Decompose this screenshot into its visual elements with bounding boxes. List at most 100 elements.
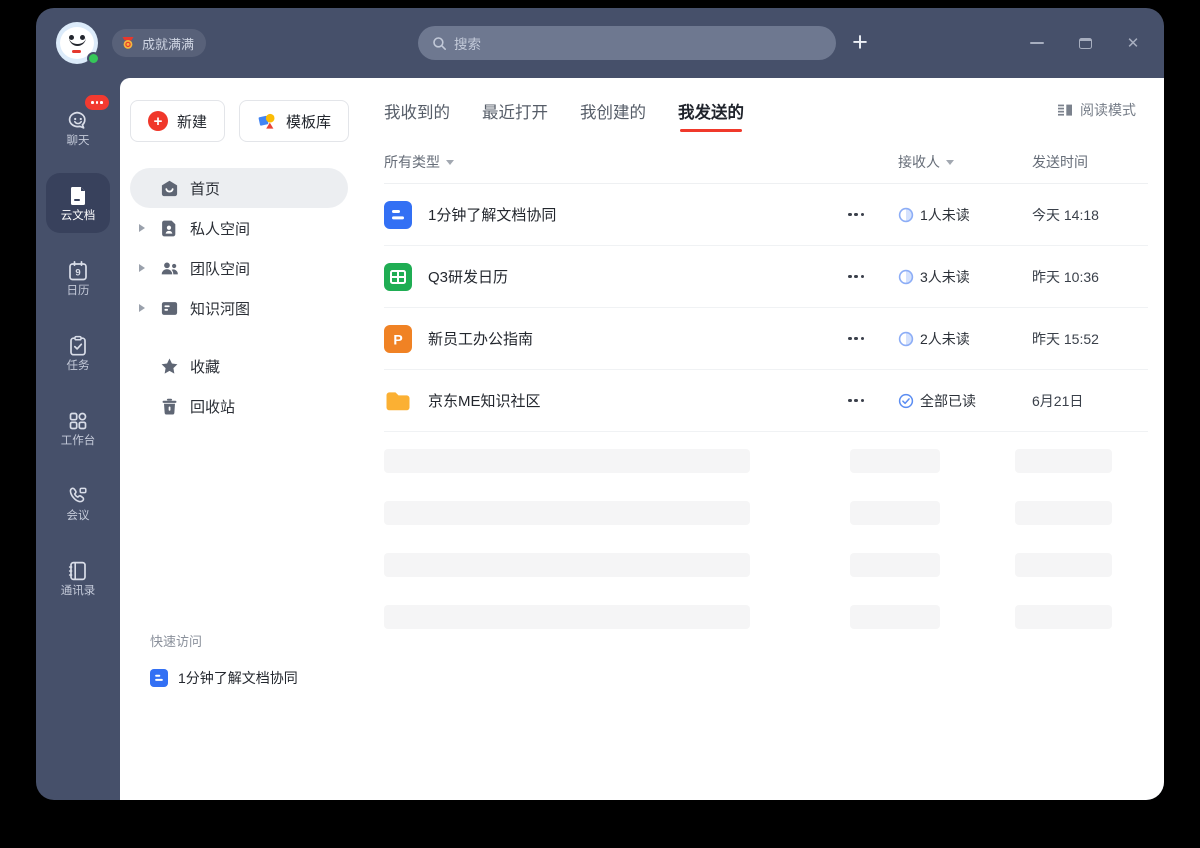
- list-header: 所有类型 接收人 发送时间: [384, 140, 1148, 184]
- unread-dots-badge: [85, 95, 109, 110]
- nav-item-trash[interactable]: 回收站: [130, 386, 348, 426]
- type-filter-label: 所有类型: [384, 153, 440, 170]
- doc-title[interactable]: 1分钟了解文档协同: [428, 204, 556, 225]
- sent-time: 昨天 15:52: [1032, 330, 1099, 347]
- quick-access-section: 快速访问 1分钟了解文档协同: [132, 631, 352, 688]
- rail-item-label: 工作台: [60, 434, 96, 447]
- doc-blue-icon: [150, 669, 168, 687]
- nav-item-label: 团队空间: [190, 260, 251, 278]
- doc-title[interactable]: 新员工办公指南: [428, 328, 533, 349]
- doc-row[interactable]: P 新员工办公指南 2人未读 昨天 15:52: [384, 308, 1148, 370]
- read-status-label: 1人未读: [920, 206, 970, 223]
- rail-item-calendar[interactable]: 9 日历: [46, 248, 110, 308]
- new-doc-button[interactable]: + 新建: [130, 100, 226, 142]
- tab-recent[interactable]: 最近打开: [482, 98, 548, 128]
- template-library-icon: [258, 113, 275, 129]
- home-icon: [161, 180, 178, 196]
- doc-row[interactable]: Q3研发日历 3人未读 昨天 10:36: [384, 246, 1148, 308]
- sent-time: 昨天 10:36: [1032, 268, 1099, 285]
- slides-letter: P: [393, 331, 402, 347]
- doc-tabs: 我收到的 最近打开 我创建的 我发送的: [384, 78, 1148, 140]
- minimize-icon[interactable]: [1028, 34, 1046, 52]
- avatar-mouth: [72, 50, 81, 53]
- workbench-icon: [69, 412, 87, 430]
- expand-caret-icon[interactable]: [139, 224, 145, 232]
- read-mode-label: 阅读模式: [1080, 102, 1136, 118]
- read-status[interactable]: 1人未读: [892, 205, 1032, 225]
- nav-item-home[interactable]: 首页: [130, 168, 348, 208]
- rail-item-label: 通讯录: [60, 584, 96, 597]
- close-icon[interactable]: ✕: [1124, 34, 1142, 52]
- tab-sent[interactable]: 我发送的: [678, 98, 744, 132]
- achievement-badge[interactable]: 成就满满: [112, 29, 207, 57]
- docs-nav: 首页 私人空间 团队空间 知识河图 收藏 回收站: [130, 168, 348, 426]
- plus-icon: +: [148, 111, 168, 131]
- nav-item-knowledge-map[interactable]: 知识河图: [130, 288, 348, 328]
- quick-access-item-label: 1分钟了解文档协同: [178, 670, 298, 686]
- tab-received[interactable]: 我收到的: [384, 98, 450, 128]
- skeleton-loading-rows: [384, 449, 1148, 629]
- new-chat-plus-button[interactable]: +: [842, 22, 878, 62]
- avatar[interactable]: [56, 22, 100, 65]
- medal-icon: [122, 37, 134, 49]
- contacts-icon: [68, 561, 86, 580]
- skeleton-row: [384, 449, 1148, 473]
- read-status[interactable]: 3人未读: [892, 267, 1032, 287]
- quick-access-item[interactable]: 1分钟了解文档协同: [132, 668, 352, 688]
- rail-item-contacts[interactable]: 通讯录: [46, 548, 110, 608]
- type-filter-dropdown[interactable]: 所有类型: [384, 152, 848, 172]
- more-menu-icon[interactable]: [848, 269, 892, 285]
- content-area: + 新建 模板库 首页 私人空间 团队空间 知识河图 收藏 回收站 快速访问 1…: [120, 78, 1164, 800]
- nav-item-label: 知识河图: [190, 300, 251, 318]
- chevron-down-icon: [446, 160, 454, 165]
- calendar-day-number: 9: [75, 267, 80, 278]
- tasks-icon: [70, 335, 86, 356]
- rail-item-tasks[interactable]: 任务: [46, 323, 110, 383]
- expand-caret-icon[interactable]: [139, 264, 145, 272]
- folder-icon: [386, 391, 410, 410]
- nav-item-favorites[interactable]: 收藏: [130, 346, 348, 386]
- slides-orange-icon: P: [384, 324, 412, 353]
- more-menu-icon[interactable]: [848, 331, 892, 347]
- doc-list-main: 我收到的 最近打开 我创建的 我发送的 阅读模式 所有类型 接收人 发送时间 1…: [368, 78, 1164, 800]
- app-rail: 聊天 云文档 9 日历 任务 工作台 会议 通讯录: [36, 78, 120, 800]
- quick-access-title: 快速访问: [150, 634, 203, 649]
- doc-title[interactable]: 京东ME知识社区: [428, 390, 541, 411]
- nav-item-team-space[interactable]: 团队空间: [130, 248, 348, 288]
- title-bar: 成就满满 搜索 + ✕: [36, 8, 1164, 78]
- doc-row[interactable]: 京东ME知识社区 全部已读 6月21日: [384, 370, 1148, 432]
- search-placeholder: 搜索: [454, 37, 481, 52]
- rail-item-cloud-docs[interactable]: 云文档: [46, 173, 110, 233]
- maximize-icon[interactable]: [1076, 34, 1094, 52]
- receiver-filter-dropdown[interactable]: 接收人: [892, 152, 1032, 172]
- sent-time: 今天 14:18: [1032, 206, 1099, 223]
- all-read-check-icon: [898, 393, 914, 408]
- rail-item-chat[interactable]: 聊天: [46, 95, 110, 158]
- read-status[interactable]: 2人未读: [892, 329, 1032, 349]
- doc-title[interactable]: Q3研发日历: [428, 266, 508, 287]
- nav-item-label: 首页: [190, 180, 221, 198]
- rail-item-label: 聊天: [66, 134, 90, 147]
- rail-item-workbench[interactable]: 工作台: [46, 398, 110, 458]
- tab-created[interactable]: 我创建的: [580, 98, 646, 128]
- doc-row[interactable]: 1分钟了解文档协同 1人未读 今天 14:18: [384, 184, 1148, 246]
- nav-item-label: 私人空间: [190, 220, 251, 238]
- cloud-docs-icon: [70, 186, 85, 205]
- trash-icon: [162, 398, 177, 415]
- search-input[interactable]: 搜索: [418, 26, 836, 60]
- nav-item-personal-space[interactable]: 私人空间: [130, 208, 348, 248]
- personal-space-icon: [162, 220, 176, 236]
- more-menu-icon[interactable]: [848, 207, 892, 223]
- docs-sidebar: + 新建 模板库 首页 私人空间 团队空间 知识河图 收藏 回收站 快速访问 1…: [120, 78, 368, 800]
- skeleton-row: [384, 501, 1148, 525]
- more-menu-icon[interactable]: [848, 393, 892, 409]
- read-mode-button[interactable]: 阅读模式: [1057, 100, 1136, 120]
- sent-time: 6月21日: [1032, 392, 1084, 409]
- window-controls: ✕: [1028, 8, 1142, 78]
- nav-item-label: 回收站: [190, 398, 236, 416]
- expand-caret-icon[interactable]: [139, 304, 145, 312]
- template-library-button[interactable]: 模板库: [239, 100, 350, 142]
- desktop-background: 成就满满 搜索 + ✕ 聊天 云文档 9 日历 任务 工作台 会议 通讯录 + …: [0, 0, 1200, 848]
- rail-item-meeting[interactable]: 会议: [46, 473, 110, 533]
- read-status[interactable]: 全部已读: [892, 391, 1032, 411]
